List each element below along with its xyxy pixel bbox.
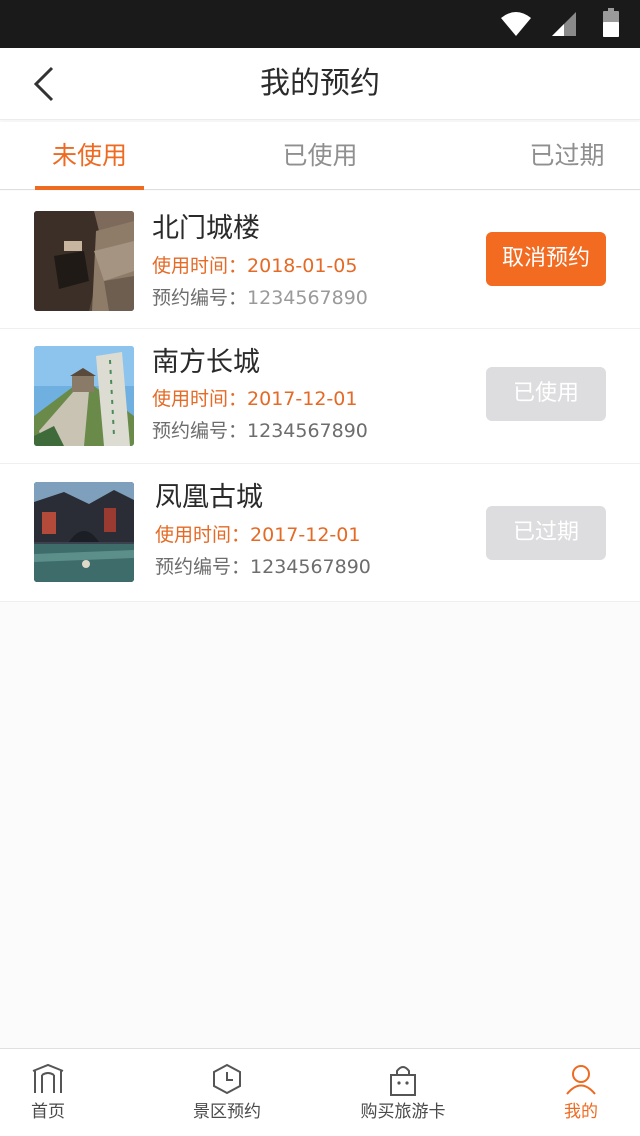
nav-label: 我的 xyxy=(564,1102,598,1122)
reservation-code-value: 1234567890 xyxy=(247,287,368,309)
nav-label: 购买旅游卡 xyxy=(360,1102,446,1122)
reservation-item[interactable]: 南方长城 使用时间：2017-12-01 预约编号：1234567890 已使用 xyxy=(0,329,640,464)
use-time: 使用时间：2017-12-01 xyxy=(155,522,360,548)
bottom-nav: 首页 景区预约 购买旅游卡 我的 xyxy=(0,1048,640,1136)
signal-icon xyxy=(552,12,576,36)
gate-icon xyxy=(32,1063,64,1093)
use-time-label: 使用时间： xyxy=(152,255,248,277)
use-time-value: 2017-12-01 xyxy=(247,388,358,410)
nav-buy-travel-card[interactable]: 购买旅游卡 xyxy=(343,1049,463,1136)
reservation-code-label: 预约编号： xyxy=(152,287,248,309)
nav-home[interactable]: 首页 xyxy=(8,1049,88,1136)
use-time-label: 使用时间： xyxy=(152,388,248,410)
nav-scenic-reservation[interactable]: 景区预约 xyxy=(172,1049,282,1136)
scenic-name: 北门城楼 xyxy=(152,213,260,244)
reservation-code: 预约编号：1234567890 xyxy=(152,418,368,444)
reservation-code-label: 预约编号： xyxy=(155,556,251,578)
active-tab-indicator xyxy=(35,186,144,190)
scenic-thumbnail xyxy=(34,211,134,311)
reservation-code-value: 1234567890 xyxy=(247,420,368,442)
scenic-name: 南方长城 xyxy=(152,347,260,378)
tab-unused[interactable]: 未使用 xyxy=(35,122,144,190)
page-title: 我的预约 xyxy=(260,66,380,101)
reservation-item[interactable]: 凤凰古城 使用时间：2017-12-01 预约编号：1234567890 已过期 xyxy=(0,464,640,602)
reservation-code: 预约编号：1234567890 xyxy=(152,285,368,311)
status-bar xyxy=(0,0,640,48)
reservation-code-value: 1234567890 xyxy=(250,556,371,578)
bag-icon xyxy=(390,1066,416,1096)
reservation-list: 北门城楼 使用时间：2018-01-05 预约编号：1234567890 取消预… xyxy=(0,191,640,602)
cancel-reservation-button[interactable]: 取消预约 xyxy=(486,232,606,286)
tab-used[interactable]: 已使用 xyxy=(265,122,375,190)
scenic-name: 凤凰古城 xyxy=(155,482,263,513)
battery-icon xyxy=(603,8,619,37)
wifi-icon xyxy=(501,12,531,36)
user-icon xyxy=(566,1065,596,1095)
use-time-value: 2018-01-05 xyxy=(247,255,358,277)
use-time-label: 使用时间： xyxy=(155,524,251,546)
nav-label: 首页 xyxy=(31,1102,65,1122)
tab-bar: 未使用 已使用 已过期 xyxy=(0,122,640,190)
app-header: 我的预约 xyxy=(0,48,640,120)
reservation-item[interactable]: 北门城楼 使用时间：2018-01-05 预约编号：1234567890 取消预… xyxy=(0,191,640,329)
used-status-button[interactable]: 已使用 xyxy=(486,367,606,421)
clock-icon xyxy=(213,1063,241,1095)
nav-mine[interactable]: 我的 xyxy=(541,1049,621,1136)
scenic-thumbnail xyxy=(34,346,134,446)
reservation-code-label: 预约编号： xyxy=(152,420,248,442)
use-time: 使用时间：2018-01-05 xyxy=(152,253,357,279)
reservation-code: 预约编号：1234567890 xyxy=(155,554,371,580)
use-time: 使用时间：2017-12-01 xyxy=(152,386,357,412)
use-time-value: 2017-12-01 xyxy=(250,524,361,546)
expired-status-button[interactable]: 已过期 xyxy=(486,506,606,560)
nav-label: 景区预约 xyxy=(193,1102,261,1122)
scenic-thumbnail xyxy=(34,482,134,582)
tab-expired[interactable]: 已过期 xyxy=(512,122,622,190)
